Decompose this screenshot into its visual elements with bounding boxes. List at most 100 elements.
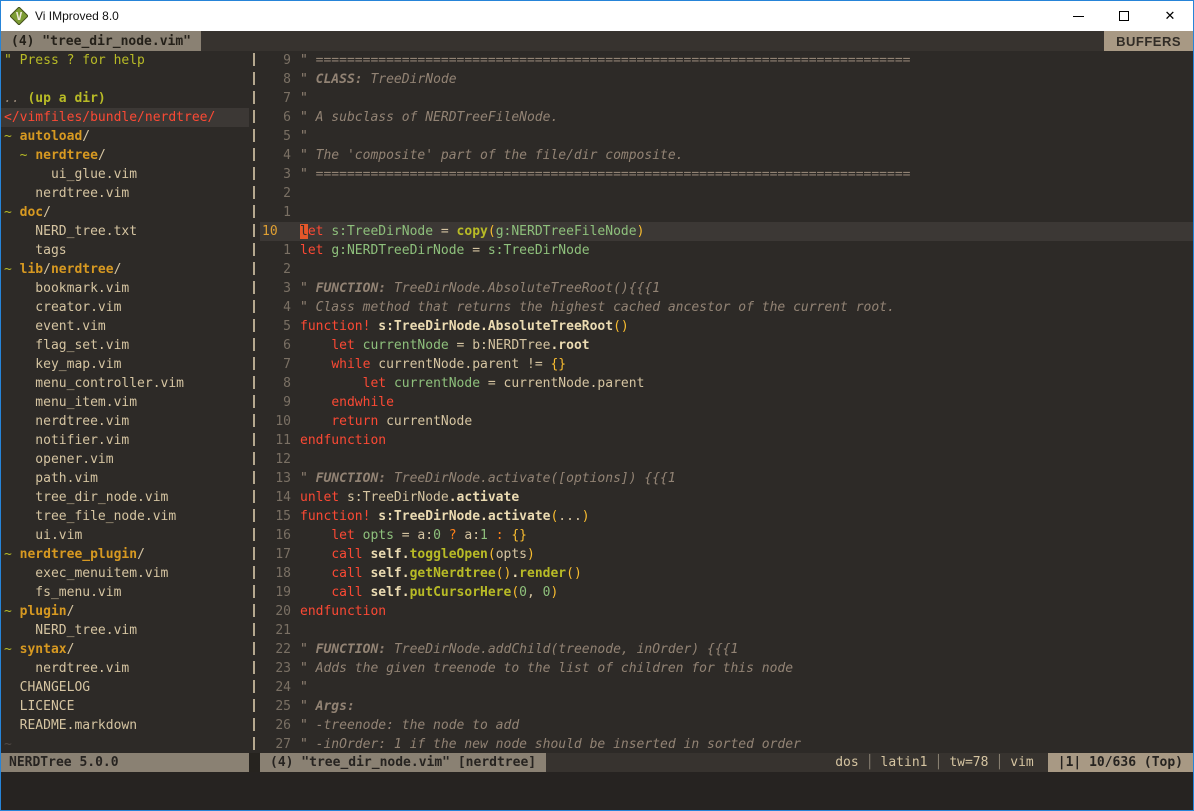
tree-item[interactable]: tags bbox=[1, 241, 249, 260]
tree-item[interactable]: notifier.vim bbox=[1, 431, 249, 450]
code-line[interactable]: 22" FUNCTION: TreeDirNode.addChild(treen… bbox=[260, 640, 1193, 659]
code-line[interactable]: 23" Adds the given treenode to the list … bbox=[260, 659, 1193, 678]
code-line[interactable]: 1 bbox=[260, 203, 1193, 222]
tree-item[interactable]: .. (up a dir) bbox=[1, 89, 249, 108]
tree-item[interactable]: LICENCE bbox=[1, 697, 249, 716]
title-bar: V Vi IMproved 8.0 ✕ bbox=[1, 1, 1193, 31]
code-line[interactable]: 9 endwhile bbox=[260, 393, 1193, 412]
code-line[interactable]: 8 let currentNode = currentNode.parent bbox=[260, 374, 1193, 393]
line-number: 16 bbox=[260, 526, 291, 545]
tree-item[interactable]: creator.vim bbox=[1, 298, 249, 317]
tree-item[interactable]: fs_menu.vim bbox=[1, 583, 249, 602]
status-separator: │ bbox=[927, 755, 949, 770]
line-number: 4 bbox=[260, 298, 291, 317]
tree-item[interactable]: ui.vim bbox=[1, 526, 249, 545]
code-line[interactable]: 26" -treenode: the node to add bbox=[260, 716, 1193, 735]
tree-item[interactable]: ~ doc/ bbox=[1, 203, 249, 222]
tree-item[interactable]: ~ bbox=[1, 735, 249, 753]
code-line[interactable]: 6 let currentNode = b:NERDTree.root bbox=[260, 336, 1193, 355]
code-line[interactable]: 7 while currentNode.parent != {} bbox=[260, 355, 1193, 374]
cursor-position: 10/636 (Top) bbox=[1089, 755, 1183, 770]
tree-item[interactable]: path.vim bbox=[1, 469, 249, 488]
code-line[interactable]: 3" FUNCTION: TreeDirNode.AbsoluteTreeRoo… bbox=[260, 279, 1193, 298]
tree-item[interactable]: ~ plugin/ bbox=[1, 602, 249, 621]
code-line[interactable]: 6" A subclass of NERDTreeFileNode. bbox=[260, 108, 1193, 127]
tree-item[interactable]: ui_glue.vim bbox=[1, 165, 249, 184]
code-line[interactable]: 2 bbox=[260, 184, 1193, 203]
tab-tree-dir-node[interactable]: (4) "tree_dir_node.vim" bbox=[1, 31, 201, 51]
line-number: 20 bbox=[260, 602, 291, 621]
window-separator[interactable] bbox=[249, 51, 260, 753]
code-line[interactable]: 17 call self.toggleOpen(opts) bbox=[260, 545, 1193, 564]
code-line[interactable]: 21 bbox=[260, 621, 1193, 640]
tree-item[interactable]: nerdtree.vim bbox=[1, 659, 249, 678]
code-line[interactable]: 7" bbox=[260, 89, 1193, 108]
code-line[interactable]: 1let g:NERDTreeDirNode = s:TreeDirNode bbox=[260, 241, 1193, 260]
tree-item[interactable]: nerdtree.vim bbox=[1, 412, 249, 431]
line-number: 17 bbox=[260, 545, 291, 564]
code-line[interactable]: 16 let opts = a:0 ? a:1 : {} bbox=[260, 526, 1193, 545]
tree-item[interactable]: " Press ? for help bbox=[1, 51, 249, 70]
tree-item[interactable]: opener.vim bbox=[1, 450, 249, 469]
tree-item[interactable]: NERD_tree.vim bbox=[1, 621, 249, 640]
code-line[interactable]: 25" Args: bbox=[260, 697, 1193, 716]
filetype-indicator: vim bbox=[1010, 755, 1033, 770]
code-line[interactable]: 14unlet s:TreeDirNode.activate bbox=[260, 488, 1193, 507]
code-line[interactable]: 13" FUNCTION: TreeDirNode.activate([opti… bbox=[260, 469, 1193, 488]
tree-item[interactable]: key_map.vim bbox=[1, 355, 249, 374]
code-line[interactable]: 5function! s:TreeDirNode.AbsoluteTreeRoo… bbox=[260, 317, 1193, 336]
code-area: 9" =====================================… bbox=[260, 51, 1193, 753]
line-number: 6 bbox=[260, 336, 291, 355]
tree-item[interactable]: NERD_tree.txt bbox=[1, 222, 249, 241]
tree-item[interactable]: exec_menuitem.vim bbox=[1, 564, 249, 583]
tree-item[interactable]: menu_item.vim bbox=[1, 393, 249, 412]
maximize-button[interactable] bbox=[1101, 1, 1147, 31]
tree-item[interactable]: event.vim bbox=[1, 317, 249, 336]
tree-item[interactable] bbox=[1, 70, 249, 89]
buffer-number: |1| bbox=[1058, 755, 1081, 770]
tree-item[interactable]: tree_dir_node.vim bbox=[1, 488, 249, 507]
tree-item[interactable]: ~ nerdtree/ bbox=[1, 146, 249, 165]
command-line[interactable] bbox=[1, 772, 1193, 810]
line-number: 5 bbox=[260, 317, 291, 336]
code-line[interactable]: 24" bbox=[260, 678, 1193, 697]
close-icon: ✕ bbox=[1165, 9, 1176, 24]
tree-root-path[interactable]: </vimfiles/bundle/nerdtree/ bbox=[1, 108, 249, 127]
code-line[interactable]: 5" bbox=[260, 127, 1193, 146]
tree-item[interactable]: README.markdown bbox=[1, 716, 249, 735]
code-line[interactable]: 11endfunction bbox=[260, 431, 1193, 450]
code-line[interactable]: 4" The 'composite' part of the file/dir … bbox=[260, 146, 1193, 165]
line-number: 10 bbox=[260, 412, 291, 431]
minimize-button[interactable] bbox=[1055, 1, 1101, 31]
maximize-icon bbox=[1119, 11, 1129, 21]
code-line[interactable]: 9" =====================================… bbox=[260, 51, 1193, 70]
tree-item[interactable]: tree_file_node.vim bbox=[1, 507, 249, 526]
tree-item[interactable]: ~ lib/nerdtree/ bbox=[1, 260, 249, 279]
tree-item[interactable]: CHANGELOG bbox=[1, 678, 249, 697]
tree-item[interactable]: ~ nerdtree_plugin/ bbox=[1, 545, 249, 564]
tree-item[interactable]: menu_controller.vim bbox=[1, 374, 249, 393]
code-line[interactable]: 15function! s:TreeDirNode.activate(...) bbox=[260, 507, 1193, 526]
code-line[interactable]: 2 bbox=[260, 260, 1193, 279]
tree-item[interactable]: ~ syntax/ bbox=[1, 640, 249, 659]
code-line[interactable]: 8" CLASS: TreeDirNode bbox=[260, 70, 1193, 89]
code-line[interactable]: 20endfunction bbox=[260, 602, 1193, 621]
line-number: 11 bbox=[260, 431, 291, 450]
code-line[interactable]: 4" Class method that returns the highest… bbox=[260, 298, 1193, 317]
code-line[interactable]: 3" =====================================… bbox=[260, 165, 1193, 184]
line-number: 3 bbox=[260, 279, 291, 298]
code-line[interactable]: 18 call self.getNerdtree().render() bbox=[260, 564, 1193, 583]
code-line[interactable]: 10let s:TreeDirNode = copy(g:NERDTreeFil… bbox=[260, 222, 1193, 241]
tree-item[interactable]: bookmark.vim bbox=[1, 279, 249, 298]
tree-item[interactable]: ~ autoload/ bbox=[1, 127, 249, 146]
code-line[interactable]: 19 call self.putCursorHere(0, 0) bbox=[260, 583, 1193, 602]
line-number: 4 bbox=[260, 146, 291, 165]
close-button[interactable]: ✕ bbox=[1147, 1, 1193, 31]
code-line[interactable]: 27" -inOrder: 1 if the new node should b… bbox=[260, 735, 1193, 753]
line-number: 12 bbox=[260, 450, 291, 469]
code-line[interactable]: 12 bbox=[260, 450, 1193, 469]
tree-item[interactable]: flag_set.vim bbox=[1, 336, 249, 355]
status-separator: │ bbox=[988, 755, 1010, 770]
code-line[interactable]: 10 return currentNode bbox=[260, 412, 1193, 431]
tree-item[interactable]: nerdtree.vim bbox=[1, 184, 249, 203]
